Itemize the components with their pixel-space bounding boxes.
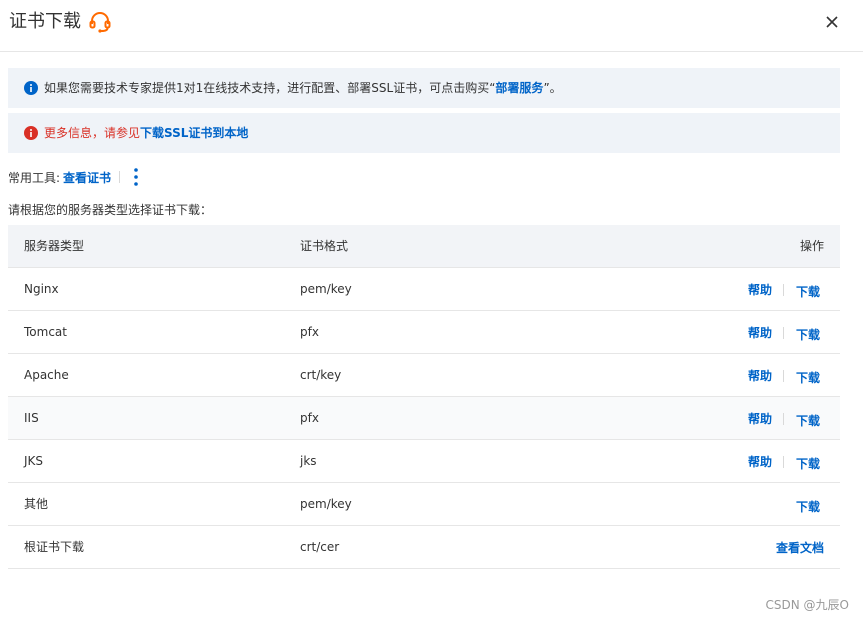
download-link[interactable]: 下载 — [796, 412, 820, 429]
help-link[interactable]: 帮助 — [748, 281, 772, 298]
row-actions: 帮助 下载 — [748, 311, 820, 354]
server-type: 其他 — [24, 497, 49, 511]
table-row: IIS pfx 帮助 下载 — [8, 397, 840, 440]
divider — [782, 369, 784, 382]
row-actions: 帮助 下载 — [748, 354, 820, 397]
row-actions: 下载 — [796, 483, 820, 526]
table-header: 服务器类型 证书格式 操作 — [8, 225, 840, 268]
notice-text: 如果您需要技术专家提供1对1在线技术支持，进行配置、部署SSL证书，可点击购买“ — [44, 81, 496, 95]
download-link[interactable]: 下载 — [796, 455, 820, 472]
download-link[interactable]: 下载 — [796, 326, 820, 343]
cert-format: pfx — [300, 411, 319, 425]
info-icon — [24, 81, 38, 95]
download-link[interactable]: 下载 — [796, 369, 820, 386]
cert-format: crt/key — [300, 368, 342, 382]
download-link[interactable]: 下载 — [796, 283, 820, 300]
info-icon — [24, 126, 38, 140]
server-type: IIS — [24, 411, 39, 425]
header-server-type: 服务器类型 — [24, 239, 85, 253]
row-actions: 查看文档 — [776, 526, 824, 569]
divider — [782, 412, 784, 425]
table-row: 根证书下载 crt/cer 查看文档 — [8, 526, 840, 569]
watermark: CSDN @九辰O — [765, 598, 849, 612]
table-row: 其他 pem/key 下载 — [8, 483, 840, 526]
cert-format: pfx — [300, 325, 319, 339]
server-type: Apache — [24, 368, 69, 382]
server-type: Tomcat — [24, 325, 67, 339]
cert-format: pem/key — [300, 497, 352, 511]
deploy-service-notice: 如果您需要技术专家提供1对1在线技术支持，进行配置、部署SSL证书，可点击购买“… — [8, 68, 840, 108]
cert-format: pem/key — [300, 282, 352, 296]
table-row: Tomcat pfx 帮助 下载 — [8, 311, 840, 354]
dialog-title: 证书下载 — [9, 11, 81, 32]
notice-text-end: ”。 — [543, 81, 562, 95]
divider — [782, 283, 784, 296]
more-info-text: 更多信息，请参见 — [44, 126, 141, 140]
more-vertical-icon[interactable] — [133, 167, 139, 187]
instruction-text: 请根据您的服务器类型选择证书下载： — [8, 203, 213, 217]
row-actions: 帮助 下载 — [748, 268, 820, 311]
row-actions: 帮助 下载 — [748, 440, 820, 483]
view-doc-link[interactable]: 查看文档 — [776, 539, 824, 556]
table-row: Apache crt/key 帮助 下载 — [8, 354, 840, 397]
dialog-header: 证书下载 — [0, 0, 863, 52]
common-tools: 常用工具: 查看证书 — [8, 168, 138, 188]
server-cert-table: 服务器类型 证书格式 操作 Nginx pem/key 帮助 下载 Tomcat … — [8, 225, 840, 569]
table-row: JKS jks 帮助 下载 — [8, 440, 840, 483]
header-actions: 操作 — [799, 239, 824, 253]
header-cert-format: 证书格式 — [300, 239, 349, 253]
download-ssl-doc-link[interactable]: 下载SSL证书到本地 — [140, 126, 248, 140]
view-cert-link[interactable]: 查看证书 — [63, 171, 111, 185]
deploy-service-link[interactable]: 部署服务 — [495, 81, 543, 95]
close-icon[interactable] — [822, 12, 842, 32]
server-type: 根证书下载 — [24, 540, 85, 554]
divider — [782, 326, 784, 339]
cert-format: crt/cer — [300, 540, 340, 554]
help-link[interactable]: 帮助 — [748, 410, 772, 427]
headset-icon — [89, 12, 111, 33]
tools-label: 常用工具: — [8, 171, 61, 185]
download-link[interactable]: 下载 — [796, 498, 820, 515]
row-actions: 帮助 下载 — [748, 397, 820, 440]
server-type: Nginx — [24, 282, 59, 296]
table-row: Nginx pem/key 帮助 下载 — [8, 268, 840, 311]
server-type: JKS — [24, 454, 44, 468]
more-info-notice: 更多信息，请参见下载SSL证书到本地 — [8, 113, 840, 153]
help-link[interactable]: 帮助 — [748, 453, 772, 470]
divider — [782, 455, 784, 468]
cert-format: jks — [300, 454, 317, 468]
help-link[interactable]: 帮助 — [748, 367, 772, 384]
help-link[interactable]: 帮助 — [748, 324, 772, 341]
divider — [119, 171, 121, 183]
